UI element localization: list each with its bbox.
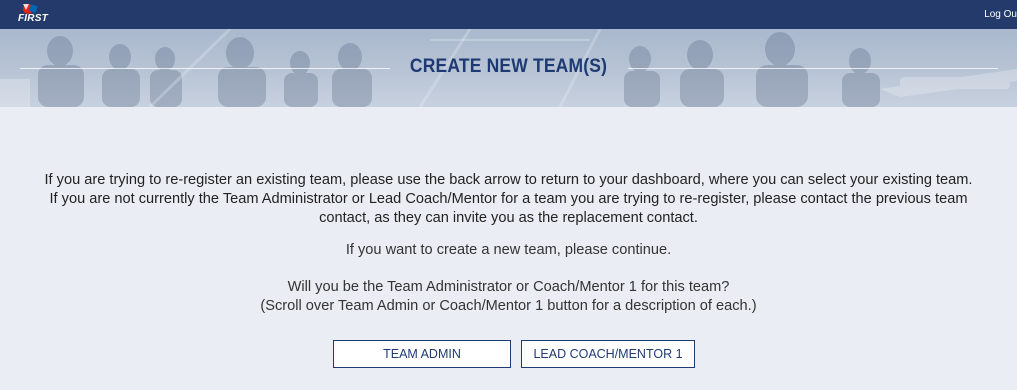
team-admin-button[interactable]: TEAM ADMIN bbox=[333, 340, 511, 368]
logo-text: FIRST bbox=[18, 13, 48, 24]
role-question-line: Will you be the Team Administrator or Co… bbox=[287, 279, 730, 295]
lead-coach-mentor-button[interactable]: LEAD COACH/MENTOR 1 bbox=[521, 340, 695, 368]
page-title: CREATE NEW TEAM(S) bbox=[409, 56, 608, 77]
re-register-instructions: If you are trying to re-register an exis… bbox=[44, 172, 973, 226]
logout-link[interactable]: Log Ou bbox=[984, 9, 1017, 20]
main-content: If you are trying to re-register an exis… bbox=[0, 107, 1017, 390]
page-banner: CREATE NEW TEAM(S) bbox=[0, 29, 1017, 107]
page: FIRST Log Ou CREATE NEW TEAM(S) If you a… bbox=[0, 0, 1017, 390]
role-question-hint: (Scroll over Team Admin or Coach/Mentor … bbox=[260, 298, 757, 314]
top-nav-bar: FIRST Log Ou bbox=[0, 0, 1017, 29]
role-question: Will you be the Team Administrator or Co… bbox=[0, 278, 1017, 316]
continue-prompt: If you want to create a new team, please… bbox=[345, 242, 672, 258]
